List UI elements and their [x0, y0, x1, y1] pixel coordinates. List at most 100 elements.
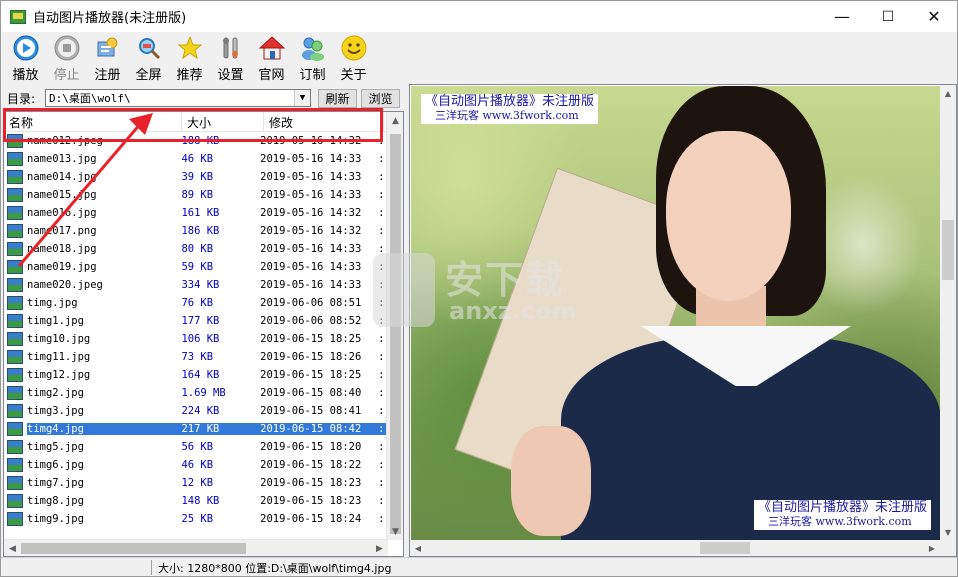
image-file-icon [7, 296, 23, 310]
image-file-icon [7, 458, 23, 472]
file-size: 39 KB [181, 171, 214, 183]
table-row[interactable]: name015.jpg 89 KB 2019-05-16 14:33: [4, 186, 388, 204]
image-file-icon [7, 206, 23, 220]
file-size: 186 KB [181, 225, 220, 237]
file-name: name016.jpg [27, 207, 97, 219]
image-file-icon [7, 476, 23, 490]
settings-button[interactable]: 设置 [210, 32, 251, 84]
register-button[interactable]: 注册 [87, 32, 128, 84]
viewer-hscrollbar[interactable]: ◀ ▶ [410, 540, 956, 556]
image-file-icon [7, 278, 23, 292]
table-row[interactable]: timg5.jpg 56 KB 2019-06-15 18:20: [4, 438, 388, 456]
scroll-right-icon[interactable]: ▶ [924, 540, 940, 556]
window-controls: — ☐ ✕ [819, 1, 957, 32]
table-row[interactable]: timg1.jpg177 KB2019-06-06 08:52: [4, 312, 388, 330]
stop-button[interactable]: 停止 [46, 32, 87, 84]
table-row[interactable]: name018.jpg 80 KB 2019-05-16 14:33: [4, 240, 388, 258]
scroll-down-icon[interactable]: ▼ [387, 523, 403, 540]
file-name: timg7.jpg [27, 477, 84, 489]
table-row[interactable]: name013.jpg 46 KB 2019-05-16 14:33: [4, 150, 388, 168]
scroll-up-icon[interactable]: ▲ [387, 112, 403, 129]
close-button[interactable]: ✕ [911, 1, 957, 32]
table-row[interactable]: name017.png 186 KB 2019-05-16 14:32: [4, 222, 388, 240]
scroll-down-icon[interactable]: ▼ [940, 524, 956, 540]
file-modified: 2019-05-16 14:33 [260, 189, 362, 201]
customize-button[interactable]: 订制 [292, 32, 333, 84]
image-file-icon [7, 170, 23, 184]
file-name: timg2.jpg [27, 387, 84, 399]
viewer-vscrollbar[interactable]: ▲ ▼ [940, 85, 956, 540]
file-name: timg1.jpg [27, 315, 84, 327]
chevron-down-icon[interactable]: ▼ [294, 90, 310, 106]
file-list-hscrollbar[interactable]: ◀ ▶ [4, 539, 388, 556]
file-list[interactable]: 名称 大小 修改 name012.jpeg 188 KB 2019-05-16 14… [3, 111, 404, 557]
scroll-right-icon[interactable]: ▶ [371, 540, 388, 556]
table-row[interactable]: timg11.jpg 73 KB 2019-06-15 18:26: [4, 348, 388, 366]
table-row[interactable]: name014.jpg 39 KB 2019-05-16 14:33: [4, 168, 388, 186]
scroll-left-icon[interactable]: ◀ [410, 540, 426, 556]
scroll-thumb[interactable] [390, 134, 401, 534]
table-row[interactable]: name019.jpg59 KB2019-05-16 14:33: [4, 258, 388, 276]
image-file-icon [7, 404, 23, 418]
annotation-highlight-box [3, 108, 383, 142]
table-row[interactable]: timg8.jpg 148 KB 2019-06-15 18:23: [4, 492, 388, 510]
table-row[interactable]: timg2.jpg 1.69 MB 2019-06-15 08:40: [4, 384, 388, 402]
title-bar: 自动图片播放器(未注册版) — ☐ ✕ [1, 1, 957, 32]
file-size: 56 KB [181, 441, 214, 453]
customize-label: 订制 [299, 68, 326, 83]
hscroll-thumb[interactable] [21, 543, 246, 554]
table-row[interactable]: timg9.jpg 25 KB 2019-06-15 18:24: [4, 510, 388, 528]
file-name: name013.jpg [27, 153, 97, 165]
maximize-button[interactable]: ☐ [865, 1, 911, 32]
table-row[interactable]: timg7.jpg 12 KB 2019-06-15 18:23: [4, 474, 388, 492]
directory-combobox[interactable]: D:\桌面\wolf\ ▼ [45, 89, 311, 107]
table-row[interactable]: name020.jpeg334 KB2019-05-16 14:33: [4, 276, 388, 294]
app-window: 自动图片播放器(未注册版) — ☐ ✕ 播放 停止 注册 全屏 推荐 设置 官网… [0, 0, 958, 577]
file-size: 73 KB [181, 351, 214, 363]
table-row[interactable]: name016.jpg 161 KB 2019-05-16 14:32: [4, 204, 388, 222]
file-name: timg.jpg [27, 297, 78, 309]
scroll-left-icon[interactable]: ◀ [4, 540, 21, 556]
play-button[interactable]: 播放 [5, 32, 46, 84]
recommend-button[interactable]: 推荐 [169, 32, 210, 84]
browse-button[interactable]: 浏览 [361, 88, 400, 108]
bag-icon [373, 253, 435, 327]
recommend-label: 推荐 [176, 68, 203, 83]
file-size: 59 KB [181, 261, 214, 273]
table-row[interactable]: timg6.jpg 46 KB 2019-06-15 18:22: [4, 456, 388, 474]
star-icon [177, 35, 203, 61]
site-logo-watermark: 安下载 anxz.com [373, 241, 583, 331]
viewer-hscroll-thumb[interactable] [700, 542, 750, 554]
file-name: name015.jpg [27, 189, 97, 201]
directory-bar: 目录: D:\桌面\wolf\ ▼ 刷新 浏览 [3, 87, 403, 109]
file-modified: 2019-06-06 08:52 [260, 315, 362, 327]
watermark-top-line1: 《自动图片播放器》未注册版 [425, 94, 595, 109]
table-row[interactable]: timg12.jpg 164 KB 2019-06-15 18:25: [4, 366, 388, 384]
about-button[interactable]: 关于 [333, 32, 374, 84]
watermark-top-line2: 三洋玩客 www.3fwork.com [435, 109, 579, 122]
file-name: timg10.jpg [27, 333, 91, 345]
table-row[interactable]: timg.jpg76 KB2019-06-06 08:51: [4, 294, 388, 312]
fullscreen-button[interactable]: 全屏 [128, 32, 169, 84]
file-size: 164 KB [181, 369, 220, 381]
image-file-icon [7, 440, 23, 454]
viewer-vscroll-thumb[interactable] [942, 220, 954, 280]
website-button[interactable]: 官网 [251, 32, 292, 84]
file-size: 46 KB [181, 153, 214, 165]
file-modified: 2019-05-16 14:32 [260, 225, 362, 237]
minimize-button[interactable]: — [819, 1, 865, 32]
register-label: 注册 [94, 68, 121, 83]
window-title: 自动图片播放器(未注册版) [33, 11, 187, 26]
file-modified: 2019-06-15 08:40 [260, 387, 362, 399]
file-size: 224 KB [181, 405, 220, 417]
table-row[interactable]: timg10.jpg 106 KB 2019-06-15 18:25: [4, 330, 388, 348]
image-file-icon [7, 386, 23, 400]
image-file-icon [7, 314, 23, 328]
refresh-button[interactable]: 刷新 [318, 88, 357, 108]
table-row[interactable]: timg4.jpg 217 KB 2019-06-15 08:42: [4, 420, 388, 438]
scroll-up-icon[interactable]: ▲ [940, 85, 956, 101]
register-icon [95, 35, 121, 61]
image-file-icon [7, 188, 23, 202]
file-modified: 2019-06-15 08:42 [260, 423, 379, 435]
table-row[interactable]: timg3.jpg 224 KB 2019-06-15 08:41: [4, 402, 388, 420]
